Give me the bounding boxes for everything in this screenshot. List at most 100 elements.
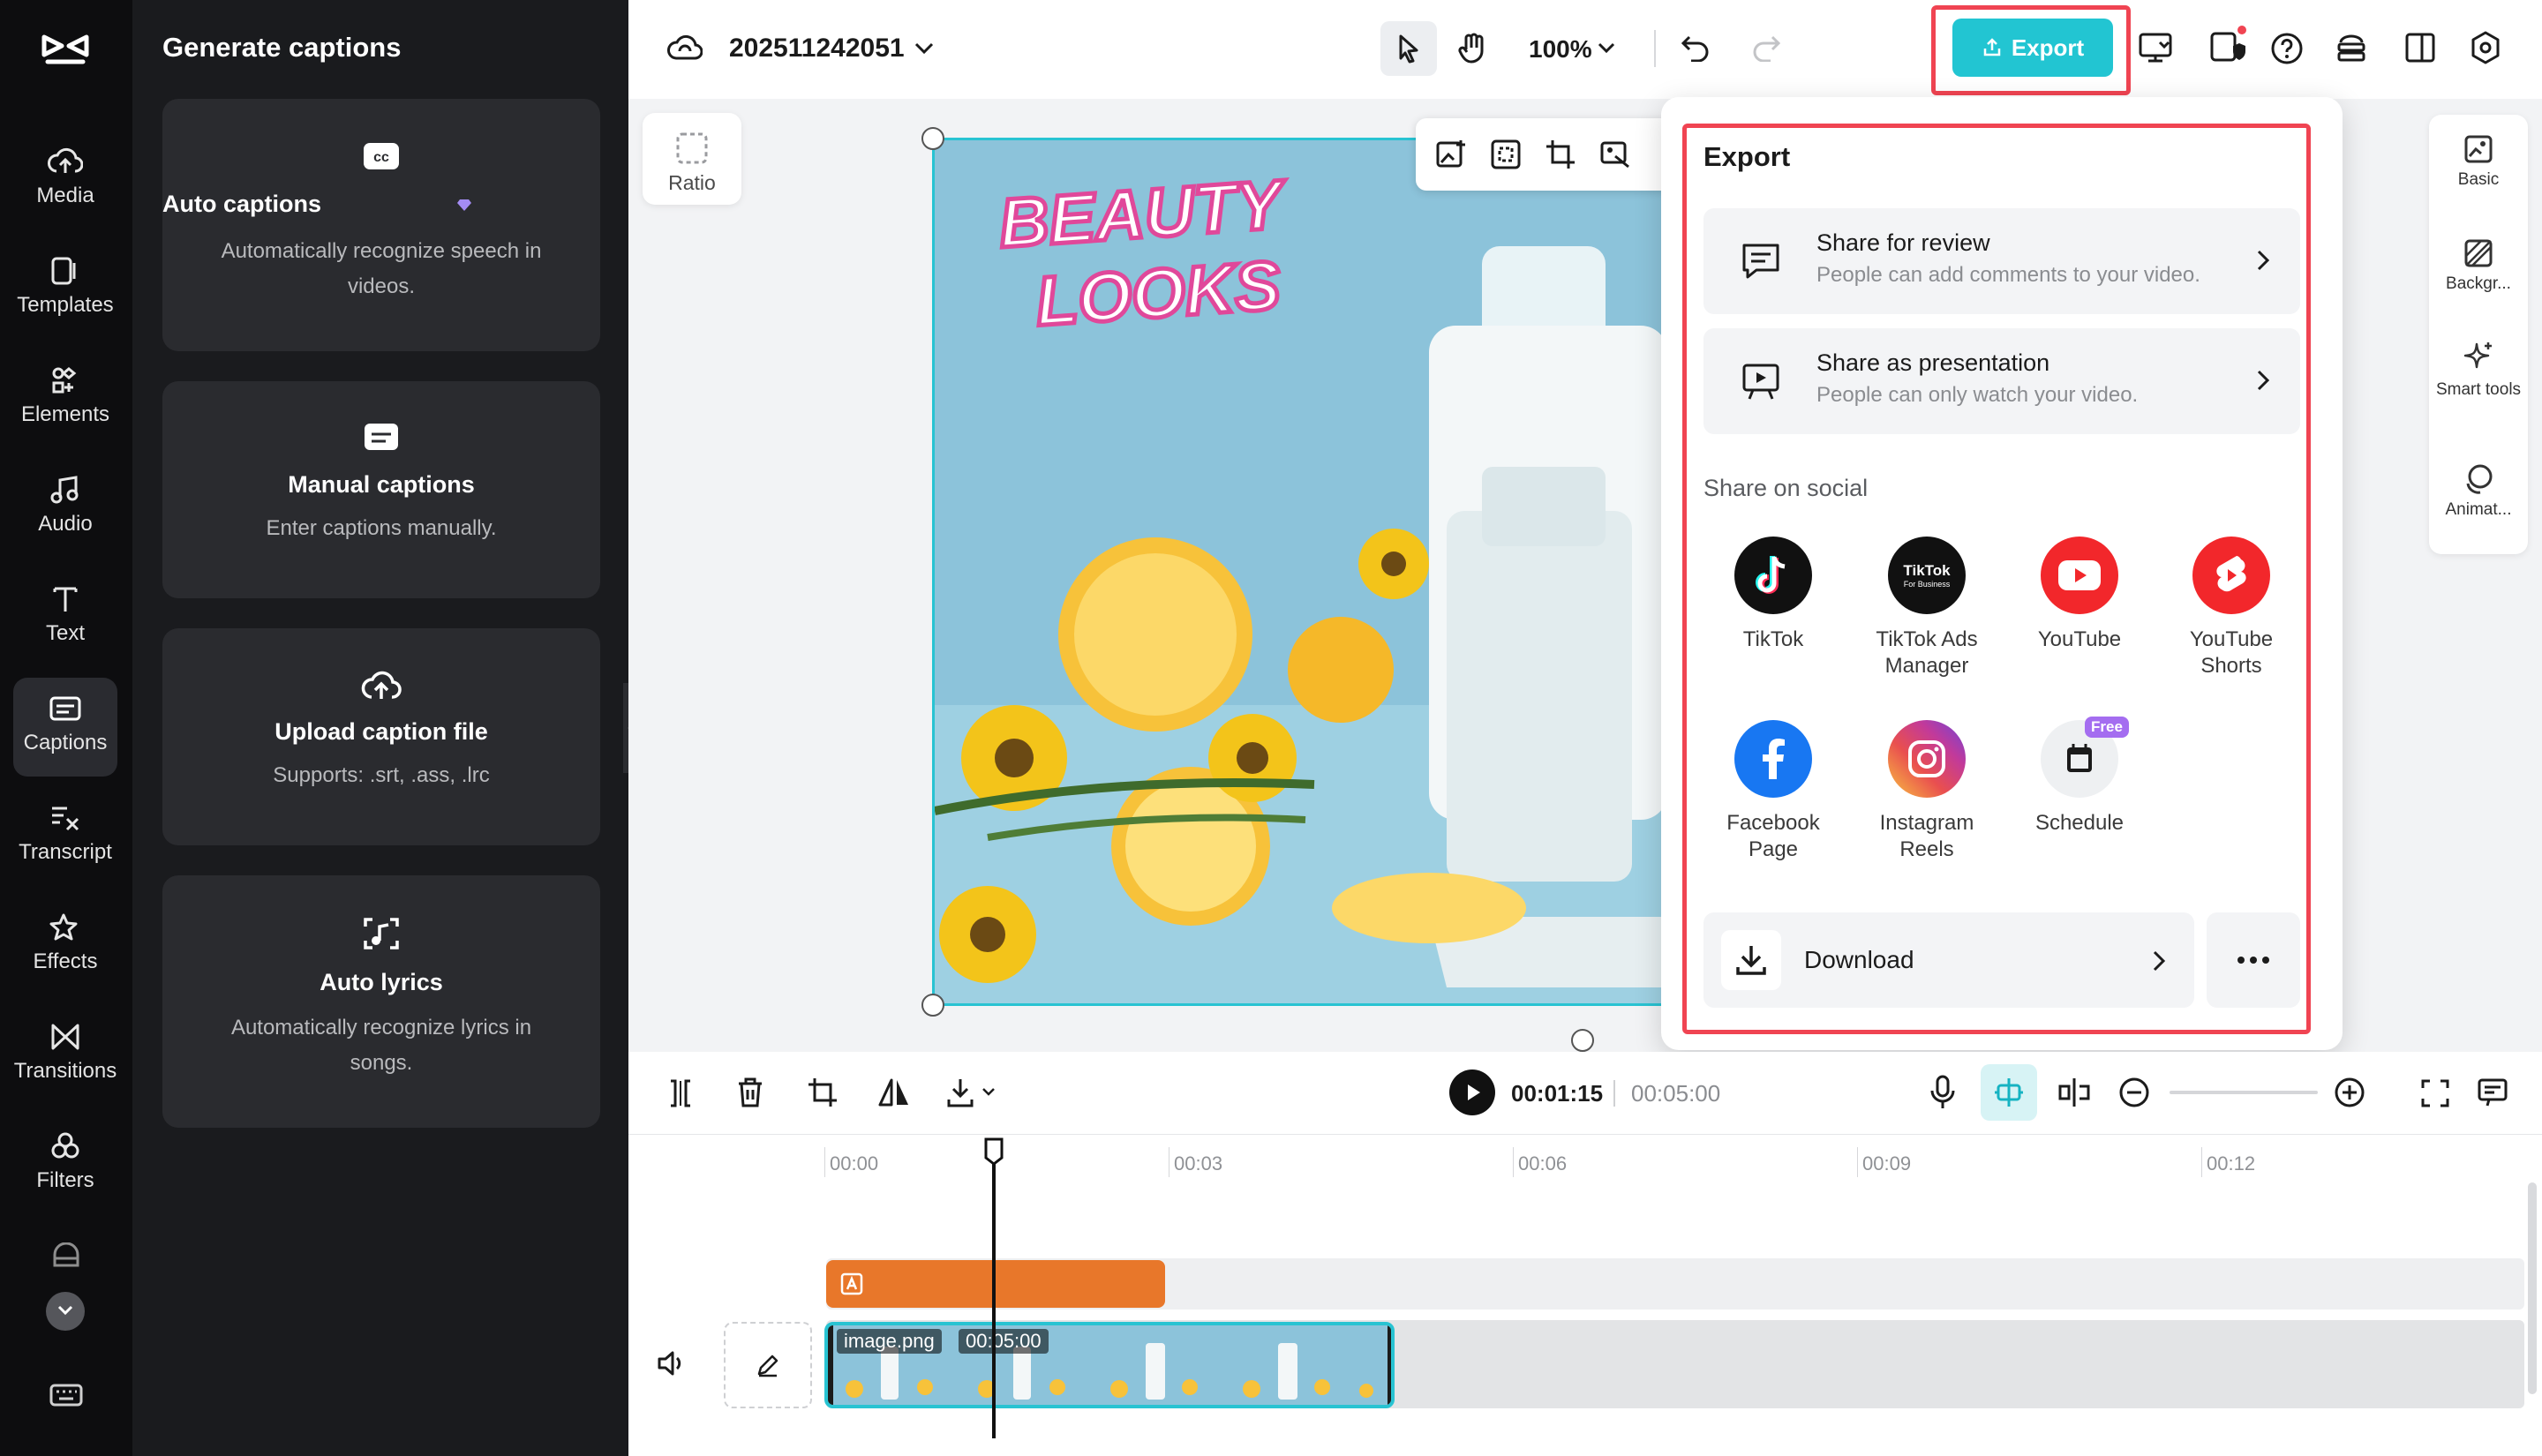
keyboard-icon[interactable] — [49, 1382, 83, 1408]
zoom-level[interactable]: 100% — [1529, 35, 1592, 64]
auto-lyrics-card[interactable]: Auto lyrics Automatically recognize lyri… — [162, 875, 600, 1128]
share-for-review-row[interactable]: Share for review People can add comments… — [1703, 208, 2300, 314]
rail-expand-button[interactable] — [46, 1292, 85, 1331]
split-screen-icon[interactable] — [2057, 1077, 2092, 1108]
playhead-handle-icon[interactable] — [983, 1137, 1004, 1167]
export-popover-title: Export — [1703, 141, 1791, 172]
rail-item-elements[interactable]: Elements — [13, 349, 117, 448]
crop-icon[interactable] — [807, 1077, 839, 1108]
download-button[interactable]: Download — [1703, 912, 2194, 1008]
clip-duration: 00:05:00 — [959, 1329, 1049, 1354]
prop-animation[interactable]: Animat... — [2429, 462, 2528, 521]
prop-basic[interactable]: Basic — [2429, 134, 2528, 191]
more-options-button[interactable] — [2207, 912, 2300, 1008]
card-title: Auto captions — [162, 191, 321, 217]
cover-button[interactable] — [724, 1322, 812, 1408]
prop-label: Basic — [2457, 170, 2500, 189]
prop-smart-tools[interactable]: Smart tools — [2429, 341, 2528, 401]
panel-layout-icon[interactable] — [2404, 32, 2436, 64]
share-as-presentation-row[interactable]: Share as presentation People can only wa… — [1703, 328, 2300, 434]
rail-item-text[interactable]: Text — [13, 568, 117, 667]
rail-item-label: Transitions — [13, 1059, 117, 1083]
zoom-slider[interactable] — [2170, 1091, 2318, 1094]
brand-icon[interactable] — [49, 1242, 83, 1269]
rail-item-transitions[interactable]: Transitions — [13, 1006, 117, 1105]
share-instagram-reels[interactable]: Instagram Reels — [1861, 720, 1993, 863]
rail-item-media[interactable]: Media — [13, 131, 117, 229]
fit-timeline-icon[interactable] — [2420, 1078, 2450, 1108]
play-button[interactable] — [1449, 1069, 1495, 1115]
replace-image-icon[interactable] — [1435, 139, 1467, 170]
canvas-image[interactable]: BEAUTY LOOKS — [932, 138, 1665, 1006]
chevron-down-icon[interactable] — [914, 42, 934, 55]
comment-icon — [1742, 244, 1779, 279]
rail-item-effects[interactable]: Effects — [13, 897, 117, 995]
playhead[interactable] — [992, 1138, 996, 1438]
hand-icon[interactable] — [1458, 32, 1488, 65]
auto-snap-button[interactable] — [1981, 1064, 2037, 1121]
rail-item-transcript[interactable]: Transcript — [13, 787, 117, 886]
cursor-icon — [1399, 34, 1418, 64]
project-name[interactable]: 202511242051 — [729, 34, 905, 64]
social-label: YouTube — [2037, 627, 2122, 651]
prop-background[interactable]: Backgr... — [2429, 238, 2528, 295]
tick-line — [1857, 1147, 1858, 1177]
microphone-icon[interactable] — [1929, 1075, 1956, 1110]
zoom-out-icon[interactable] — [2118, 1077, 2150, 1108]
rail-item-audio[interactable]: Audio — [13, 459, 117, 558]
download-icon — [1736, 946, 1766, 975]
select-tool-button[interactable] — [1380, 21, 1437, 76]
rail-item-label: Elements — [20, 402, 110, 426]
prop-label: Backgr... — [2446, 274, 2511, 293]
upload-caption-card[interactable]: Upload caption file Supports: .srt, .ass… — [162, 628, 600, 845]
notification-shield-icon[interactable] — [2208, 25, 2247, 65]
social-label: TikTok Ads Manager — [1876, 627, 1978, 678]
rail-item-filters[interactable]: Filters — [13, 1115, 117, 1214]
share-youtube-shorts[interactable]: YouTube Shorts — [2165, 537, 2298, 679]
auto-captions-card[interactable]: cc Auto captions Automatically recognize… — [162, 99, 600, 351]
split-icon[interactable] — [667, 1078, 694, 1108]
subtitle-toggle-icon[interactable] — [2477, 1077, 2508, 1108]
social-label: Schedule — [2034, 811, 2125, 835]
rail-item-captions[interactable]: Captions — [13, 678, 117, 777]
resize-handle-top-left[interactable] — [921, 127, 944, 150]
timeline-scrollbar[interactable] — [2528, 1182, 2537, 1394]
redo-icon[interactable] — [1751, 34, 1781, 62]
layers-icon[interactable] — [2335, 34, 2367, 64]
manual-captions-card[interactable]: Manual captions Enter captions manually. — [162, 381, 600, 598]
rail-item-templates[interactable]: Templates — [13, 240, 117, 339]
crop-icon[interactable] — [1545, 139, 1576, 170]
zoom-in-icon[interactable] — [2334, 1077, 2365, 1108]
animation-icon — [2466, 464, 2493, 494]
present-icon[interactable] — [2138, 30, 2173, 65]
share-facebook-page[interactable]: Facebook Page — [1707, 720, 1839, 863]
resize-handle-bottom-left[interactable] — [921, 994, 944, 1017]
share-youtube[interactable]: YouTube — [2013, 537, 2146, 653]
share-schedule[interactable]: Schedule — [2013, 720, 2146, 837]
share-review-desc: People can add comments to your video. — [1816, 263, 2200, 287]
magnet-icon — [1995, 1078, 2023, 1107]
clip-name: image.png — [837, 1329, 942, 1354]
fit-icon[interactable] — [1490, 139, 1522, 170]
share-tiktok-ads-manager[interactable]: TikTok For Business TikTok Ads Manager — [1861, 537, 1993, 679]
share-tiktok[interactable]: TikTok — [1707, 537, 1839, 653]
flip-icon[interactable] — [877, 1077, 911, 1108]
card-title: Manual captions — [288, 471, 475, 498]
download-clip-icon[interactable] — [946, 1077, 999, 1108]
chevron-down-icon — [57, 1305, 73, 1316]
text-clip[interactable] — [826, 1260, 1165, 1308]
chevron-down-icon[interactable] — [1598, 42, 1615, 54]
cloud-save-icon[interactable] — [667, 32, 703, 64]
settings-icon[interactable] — [2468, 30, 2503, 65]
youtube-shorts-icon — [2192, 537, 2270, 614]
capcut-logo-icon[interactable] — [41, 30, 90, 69]
remove-background-icon[interactable] — [1599, 139, 1631, 170]
help-icon[interactable] — [2270, 32, 2304, 65]
volume-icon[interactable] — [657, 1350, 687, 1377]
ratio-button[interactable]: Ratio — [643, 113, 741, 205]
delete-icon[interactable] — [736, 1077, 764, 1108]
export-button[interactable]: Export — [1952, 19, 2113, 77]
chevron-right-icon — [2257, 250, 2270, 271]
undo-icon[interactable] — [1681, 34, 1711, 62]
rotate-handle[interactable] — [1571, 1029, 1594, 1052]
